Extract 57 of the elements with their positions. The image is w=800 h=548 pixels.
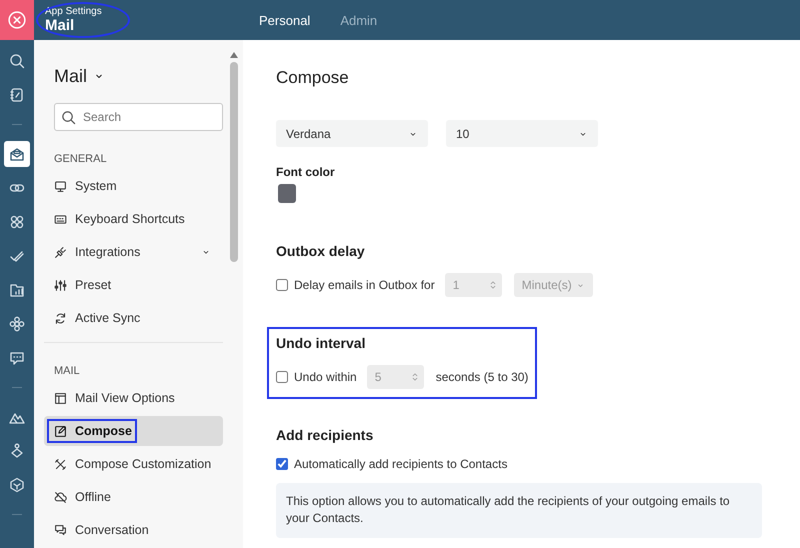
layout-icon [54, 392, 67, 404]
unit-text: seconds (5 to 30) [436, 370, 528, 384]
people-icon [9, 214, 25, 230]
nav-item[interactable]: Compose Customization [44, 449, 223, 479]
mail-icon [9, 146, 25, 162]
chat-bubbles-icon [54, 524, 67, 536]
search-field[interactable]: Search [54, 103, 223, 131]
cloud-off-icon [54, 490, 67, 504]
flower-icon [9, 316, 25, 332]
nav-item[interactable]: Active Sync [44, 303, 223, 333]
section-heading: Add recipients [276, 427, 374, 443]
dropdown[interactable]: Verdana [276, 120, 428, 147]
dropdown[interactable]: 10 [446, 120, 598, 147]
tools-icon [54, 458, 67, 470]
diamond-icon [9, 443, 25, 459]
close-button[interactable] [0, 0, 34, 40]
color-swatch[interactable] [278, 184, 296, 203]
chat-icon [9, 350, 25, 366]
stepper-icon [410, 372, 420, 382]
nav-item[interactable]: Offline [44, 482, 223, 512]
checkbox[interactable] [276, 458, 288, 470]
scroll-up-icon[interactable] [230, 52, 238, 58]
sliders-icon [54, 278, 67, 292]
close-icon [8, 11, 26, 29]
tab[interactable]: Admin [340, 12, 378, 28]
plug-icon [54, 246, 67, 258]
info-note: This option allows you to automatically add the recipients of your outgoing emails to your Contacts. [276, 483, 762, 538]
edit-icon [54, 424, 67, 438]
nav-item[interactable]: Conversation [44, 515, 223, 545]
chart-folder-icon [9, 282, 25, 298]
scrollbar-thumb[interactable] [230, 62, 238, 262]
checkbox-label: Automatically add recipients to Contacts [294, 457, 508, 471]
hexagon-icon [9, 477, 25, 493]
search-icon [9, 53, 25, 69]
keyboard-icon [54, 212, 67, 226]
nav-item[interactable]: Mail View Options [44, 383, 223, 413]
section-heading: MAIL [54, 365, 81, 377]
checkbox-label: Undo within [294, 370, 357, 384]
section-heading: GENERAL [54, 153, 108, 165]
nav-item[interactable]: Preset [44, 270, 223, 300]
app-title: Mail [45, 17, 76, 34]
rail-button[interactable] [4, 141, 30, 167]
field-label: Font color [276, 165, 336, 179]
section-heading: Outbox delay [276, 243, 366, 259]
nav-item[interactable]: Compose [44, 416, 223, 446]
nav-item[interactable]: Integrations [44, 237, 223, 267]
page-heading: Compose [276, 68, 350, 88]
nav-item[interactable]: System [44, 171, 223, 201]
checkbox-label: Delay emails in Outbox for [294, 278, 435, 292]
notebook-icon [9, 87, 25, 103]
monitor-icon [54, 180, 67, 192]
nav-item[interactable]: Keyboard Shortcuts [44, 204, 223, 234]
stepper-icon [488, 280, 498, 290]
sidebar-title: Mail [54, 66, 88, 86]
sync-icon [54, 312, 67, 324]
tab[interactable]: Personal [259, 12, 310, 28]
section-heading: Undo interval [276, 335, 366, 351]
